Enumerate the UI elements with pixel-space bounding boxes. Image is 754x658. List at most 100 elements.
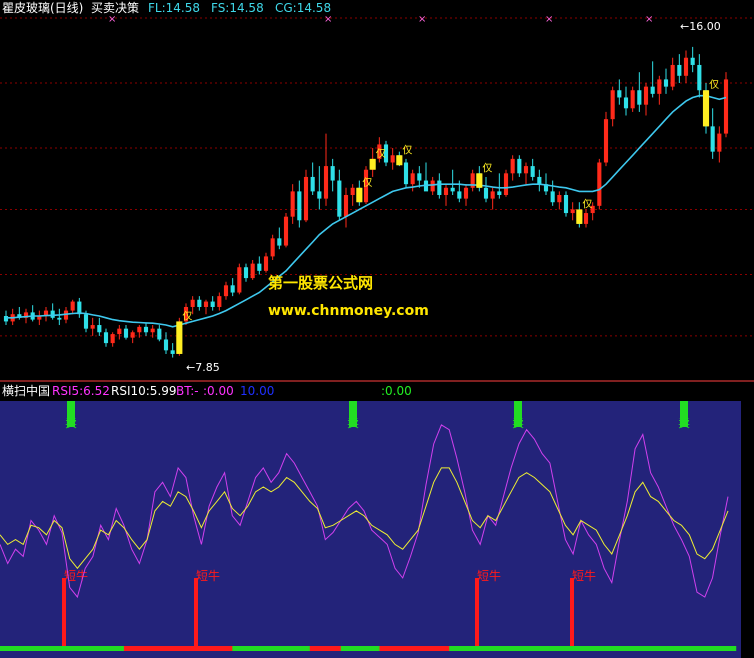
status-segment (325, 646, 334, 651)
status-segment (294, 646, 303, 651)
status-segment (348, 646, 357, 651)
candle-body (563, 195, 569, 214)
bt-value: :0.00 (203, 384, 234, 398)
candle-body (403, 162, 409, 185)
candle-body (710, 126, 715, 152)
status-segment (681, 646, 690, 651)
status-segment (673, 646, 683, 651)
candle-body (510, 158, 515, 174)
status-segment (604, 646, 613, 651)
status-segment (588, 646, 597, 651)
candle-body (123, 328, 129, 338)
status-segment (193, 646, 202, 651)
status-segment (650, 646, 659, 651)
status-segment (209, 646, 218, 651)
signal-bar (576, 209, 583, 224)
status-segment (23, 646, 32, 651)
candle-body (630, 90, 635, 109)
status-segment (394, 646, 404, 651)
candle-body (717, 133, 722, 152)
candle-body (610, 90, 615, 120)
candle-body (597, 162, 602, 206)
signal-label: 仅 (376, 148, 386, 160)
candle-body (170, 350, 175, 354)
rsi10-value: RSI10:5.99 (111, 384, 177, 398)
buy-bar (194, 578, 198, 648)
status-segment (364, 646, 373, 651)
candle-body (650, 86, 655, 94)
status-segment (240, 646, 249, 651)
green-value: :0.00 (381, 384, 412, 398)
signal-label: 仅 (582, 198, 592, 210)
status-segment (356, 646, 365, 651)
status-segment (309, 646, 319, 651)
status-segment (185, 646, 195, 651)
status-segment (518, 646, 528, 651)
rsi5-value: RSI5:6.52 (52, 384, 110, 398)
candle-body (723, 79, 729, 134)
candle-body (230, 285, 235, 293)
signal-bar (369, 158, 376, 170)
top-marker: × (324, 14, 332, 25)
top-marker: × (545, 14, 553, 25)
status-segment (565, 646, 574, 651)
status-segment (689, 646, 698, 651)
sell-label: 卖 (347, 416, 359, 430)
candle-body (550, 191, 555, 203)
stock-title: 瞿皮玻璃(日线) (2, 1, 83, 15)
status-segment (627, 646, 636, 651)
status-segment (333, 646, 342, 651)
candle-body (677, 64, 682, 76)
status-segment (30, 646, 40, 651)
buy-bar (475, 578, 479, 648)
candle-body (277, 238, 282, 246)
candle-body (303, 176, 309, 221)
watermark-cn: 第一股票公式网 (268, 274, 373, 292)
status-segment (317, 646, 326, 651)
status-segment (387, 646, 396, 651)
status-segment (201, 646, 210, 651)
status-segment (85, 646, 94, 651)
status-segment (263, 646, 272, 651)
status-segment (495, 646, 504, 651)
sell-label: 卖 (512, 416, 524, 430)
status-segment (410, 646, 419, 651)
candle-body (50, 310, 55, 318)
candle-body (503, 173, 509, 195)
candle-body (657, 79, 662, 94)
status-segment (456, 646, 466, 651)
fs-value: FS:14.58 (211, 1, 264, 15)
candle-body (143, 326, 149, 333)
low-price-label: ←7.85 (186, 361, 220, 374)
candle-body (3, 316, 9, 322)
signal-bar (176, 321, 183, 354)
candle-body (203, 301, 209, 307)
candle-body (190, 299, 195, 307)
status-segment (728, 646, 737, 651)
buy-label: 短牛 (196, 568, 220, 583)
candle-body (497, 191, 502, 195)
status-segment (170, 646, 179, 651)
status-segment (340, 646, 350, 651)
status-segment (557, 646, 566, 651)
status-segment (596, 646, 605, 651)
candle-body (410, 173, 415, 185)
status-segment (425, 646, 435, 651)
fl-value: FL:14.58 (148, 1, 200, 15)
candle-body (697, 64, 702, 91)
status-segment (712, 646, 721, 651)
status-segment (92, 646, 102, 651)
candle-body (530, 166, 535, 177)
status-segment (302, 646, 311, 651)
candle-body (103, 332, 109, 344)
status-segment (54, 646, 63, 651)
status-segment (704, 646, 714, 651)
candle-body (243, 267, 249, 279)
candle-body (343, 195, 349, 217)
status-segment (635, 646, 644, 651)
signal-label: 仅 (182, 310, 192, 322)
status-segment (38, 646, 47, 651)
signal-label: 仅 (402, 144, 412, 156)
candle-body (263, 256, 269, 271)
candle-body (117, 328, 122, 335)
